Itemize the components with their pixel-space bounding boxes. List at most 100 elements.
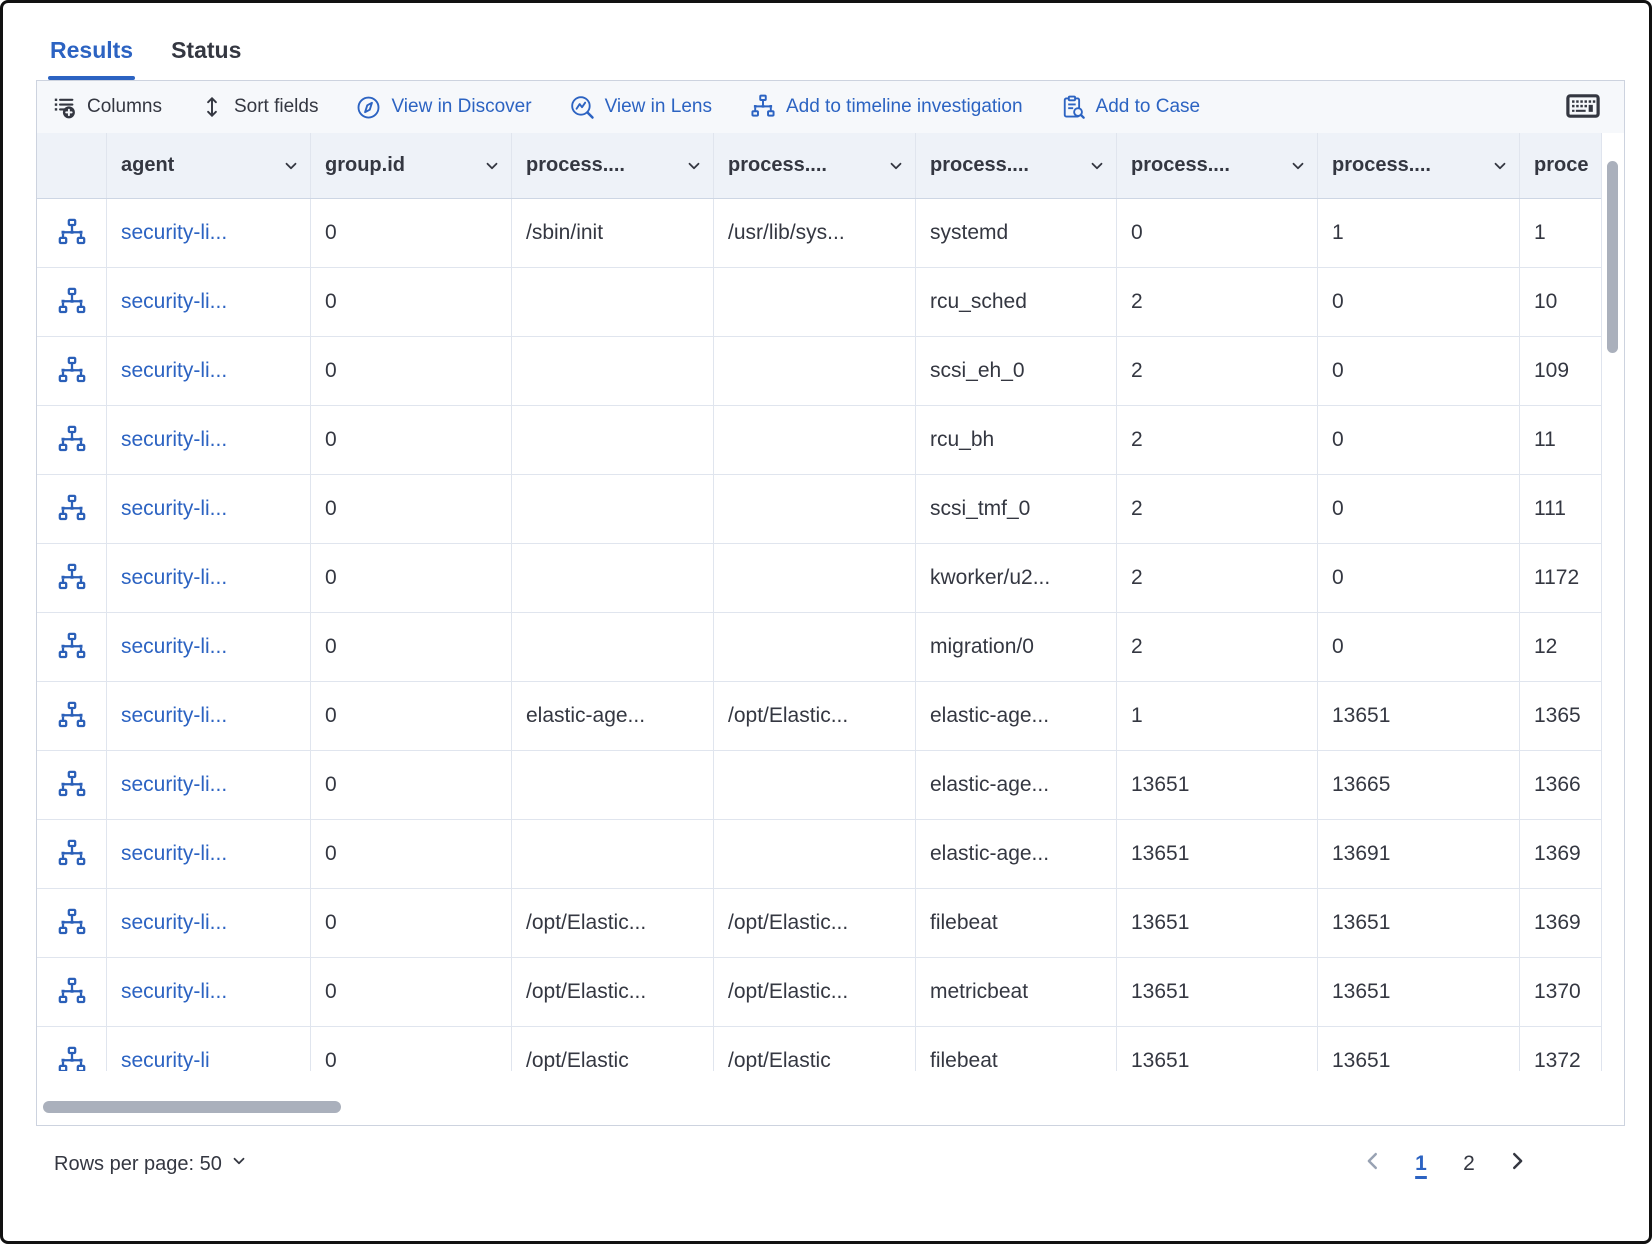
agent-link[interactable]: security-li... (121, 221, 227, 245)
chevron-down-icon[interactable] (1289, 157, 1307, 175)
data-cell: 2 (1117, 406, 1318, 474)
data-cell: 13651 (1318, 682, 1520, 750)
agent-cell: security-li... (107, 199, 311, 267)
agent-link[interactable]: security-li... (121, 842, 227, 866)
data-cell (512, 475, 714, 543)
agent-cell: security-li... (107, 613, 311, 681)
analyze-event-button[interactable] (57, 839, 87, 869)
data-cell: 0 (311, 544, 512, 612)
data-cell: 13651 (1117, 958, 1318, 1026)
column-header-process....[interactable]: process.... (1318, 133, 1520, 198)
analyze-event-button[interactable] (57, 770, 87, 800)
table-row: security-li...0/opt/Elastic.../opt/Elast… (37, 958, 1601, 1027)
tab-status[interactable]: Status (169, 27, 243, 80)
chevron-down-icon[interactable] (1088, 157, 1106, 175)
horizontal-scrollbar[interactable] (37, 1071, 1624, 1125)
chevron-down-icon[interactable] (483, 157, 501, 175)
data-cell: 0 (311, 406, 512, 474)
view-in-discover-button[interactable]: View in Discover (356, 95, 531, 120)
analyze-event-button[interactable] (57, 218, 87, 248)
lens-icon (570, 95, 595, 120)
column-header-agent[interactable]: agent (107, 133, 311, 198)
column-header-group.id[interactable]: group.id (311, 133, 512, 198)
page-1-button[interactable]: 1 (1401, 1144, 1441, 1184)
analyze-event-button[interactable] (57, 563, 87, 593)
chevron-down-icon[interactable] (685, 157, 703, 175)
agent-link[interactable]: security-li... (121, 497, 227, 521)
data-cell: 1172 (1520, 544, 1601, 612)
tab-results[interactable]: Results (48, 27, 135, 80)
data-cell: 0 (1117, 199, 1318, 267)
next-page-button[interactable] (1497, 1144, 1537, 1184)
analyze-event-button[interactable] (57, 356, 87, 386)
data-cell (714, 613, 916, 681)
chevron-left-icon (1362, 1150, 1384, 1178)
previous-page-button[interactable] (1353, 1144, 1393, 1184)
chevron-down-icon[interactable] (282, 157, 300, 175)
analyze-event-button[interactable] (57, 287, 87, 317)
add-to-case-button[interactable]: Add to Case (1061, 95, 1201, 120)
agent-link[interactable]: security-li (121, 1049, 210, 1071)
data-cell: 10 (1520, 268, 1601, 336)
view-in-lens-button[interactable]: View in Lens (570, 95, 712, 120)
data-cell: 1 (1318, 199, 1520, 267)
agent-cell: security-li... (107, 889, 311, 957)
column-header-process....[interactable]: process.... (916, 133, 1117, 198)
table-row: security-li...0migration/02012 (37, 613, 1601, 682)
data-cell (512, 613, 714, 681)
agent-link[interactable]: security-li... (121, 980, 227, 1004)
agent-link[interactable]: security-li... (121, 290, 227, 314)
row-actions-cell (37, 268, 107, 336)
rows-per-page-button[interactable]: Rows per page: 50 (48, 1151, 254, 1177)
column-header-label: process.... (930, 154, 1029, 177)
agent-link[interactable]: security-li... (121, 635, 227, 659)
data-cell (512, 751, 714, 819)
analyze-event-button[interactable] (57, 1046, 87, 1071)
chevron-down-icon[interactable] (887, 157, 905, 175)
row-actions-cell (37, 475, 107, 543)
column-header-process....[interactable]: process.... (714, 133, 916, 198)
data-cell: systemd (916, 199, 1117, 267)
analyze-event-button[interactable] (57, 632, 87, 662)
data-cell: 0 (311, 1027, 512, 1071)
data-cell: elastic-age... (916, 751, 1117, 819)
horizontal-scrollbar-thumb[interactable] (43, 1101, 341, 1113)
agent-link[interactable]: security-li... (121, 359, 227, 383)
analyze-event-button[interactable] (57, 425, 87, 455)
keyboard-shortcuts-button[interactable] (1566, 92, 1600, 123)
data-cell: scsi_eh_0 (916, 337, 1117, 405)
table-row: security-li...0rcu_bh2011 (37, 406, 1601, 475)
vertical-scrollbar[interactable] (1601, 133, 1624, 1071)
columns-button[interactable]: Columns (53, 95, 162, 119)
analyze-event-button[interactable] (57, 701, 87, 731)
column-header-process....[interactable]: process.... (1117, 133, 1318, 198)
column-header-label: process.... (526, 154, 625, 177)
agent-link[interactable]: security-li... (121, 704, 227, 728)
table-row: security-li...0scsi_eh_020109 (37, 337, 1601, 406)
add-to-timeline-button[interactable]: Add to timeline investigation (750, 94, 1023, 120)
sort-fields-button[interactable]: Sort fields (200, 95, 318, 119)
analyze-event-button[interactable] (57, 494, 87, 524)
data-cell: kworker/u2... (916, 544, 1117, 612)
data-cell: 0 (311, 475, 512, 543)
column-header-process....[interactable]: process.... (512, 133, 714, 198)
column-header-proce[interactable]: proce (1520, 133, 1601, 198)
column-header-label: process.... (1131, 154, 1230, 177)
chevron-down-icon[interactable] (1491, 157, 1509, 175)
vertical-scrollbar-thumb[interactable] (1607, 161, 1618, 353)
page-2-button[interactable]: 2 (1449, 1144, 1489, 1184)
agent-link[interactable]: security-li... (121, 773, 227, 797)
analyze-event-button[interactable] (57, 908, 87, 938)
agent-link[interactable]: security-li... (121, 911, 227, 935)
data-cell: /opt/Elastic (512, 1027, 714, 1071)
data-cell: 1369 (1520, 889, 1601, 957)
data-cell: 13651 (1318, 1027, 1520, 1071)
agent-link[interactable]: security-li... (121, 428, 227, 452)
discover-compass-icon (356, 95, 381, 120)
data-cell: 2 (1117, 268, 1318, 336)
view-in-discover-label: View in Discover (391, 96, 531, 118)
agent-link[interactable]: security-li... (121, 566, 227, 590)
data-cell: 0 (1318, 475, 1520, 543)
analyze-event-button[interactable] (57, 977, 87, 1007)
data-cell: scsi_tmf_0 (916, 475, 1117, 543)
